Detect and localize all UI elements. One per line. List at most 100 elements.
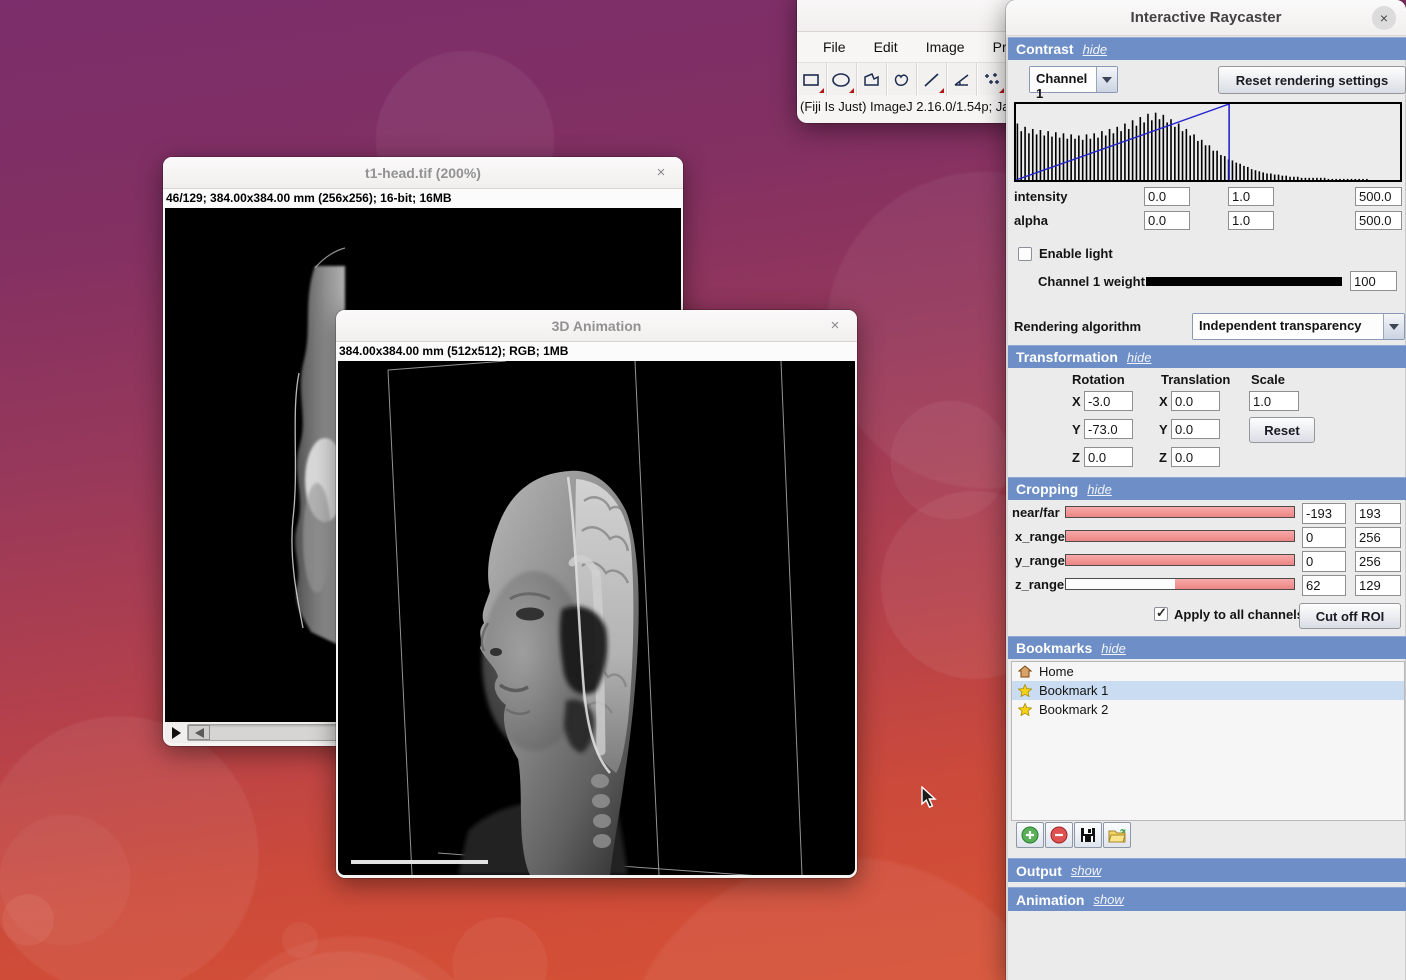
play-icon[interactable] (169, 726, 183, 740)
xrange-lo-field[interactable] (1302, 527, 1346, 548)
reset-rendering-settings-button[interactable]: Reset rendering settings (1218, 66, 1406, 94)
3d-head-render (338, 361, 855, 875)
animation-show-link[interactable]: show (1093, 892, 1123, 907)
bookmarks-list: Home Bookmark 1 Bookmark 2 (1011, 661, 1405, 821)
cut-off-roi-button[interactable]: Cut off ROI (1299, 603, 1401, 629)
zrange-hi-field[interactable] (1355, 575, 1401, 596)
transformation-reset-button[interactable]: Reset (1249, 417, 1315, 443)
floppy-disk-icon (1079, 826, 1097, 844)
bookmark-item-2[interactable]: Bookmark 2 (1012, 700, 1404, 719)
rendering-algorithm-select[interactable]: Independent transparency (1192, 313, 1405, 340)
angle-tool-icon[interactable] (947, 63, 977, 96)
add-bookmark-button[interactable] (1016, 822, 1044, 848)
raycaster-body: Contrast hide Channel 1 Reset rendering … (1006, 37, 1406, 980)
translation-y-field[interactable] (1171, 419, 1220, 439)
nearfar-hi-field[interactable] (1355, 503, 1401, 524)
tool-dropdown-marker (819, 88, 824, 93)
point-tool-icon[interactable] (977, 63, 1007, 96)
zrange-slider[interactable] (1065, 578, 1295, 590)
t1-head-status-text: 46/129; 384.00x384.00 mm (256x256); 16-b… (163, 189, 683, 208)
rectangle-tool-icon[interactable] (797, 63, 827, 96)
xrange-hi-field[interactable] (1355, 527, 1401, 548)
channel-select[interactable]: Channel 1 (1029, 66, 1118, 93)
save-bookmarks-button[interactable] (1074, 822, 1102, 848)
rotation-z-field[interactable] (1084, 447, 1133, 467)
minus-icon (1050, 826, 1068, 844)
t1-head-titlebar[interactable]: t1-head.tif (200%) × (163, 157, 683, 189)
3d-animation-status-text: 384.00x384.00 mm (512x512); RGB; 1MB (336, 342, 857, 361)
channel-weight-slider[interactable] (1146, 277, 1342, 286)
nearfar-label: near/far (1012, 505, 1060, 520)
xrange-slider[interactable] (1065, 530, 1295, 542)
alpha-max-field[interactable] (1355, 211, 1402, 230)
star-icon (1018, 684, 1032, 697)
translation-column-header: Translation (1161, 372, 1230, 387)
alpha-gamma-field[interactable] (1228, 211, 1274, 230)
rendering-algorithm-label: Rendering algorithm (1014, 319, 1141, 334)
close-icon[interactable]: × (652, 164, 670, 182)
oval-tool-icon[interactable] (827, 63, 857, 96)
intensity-min-field[interactable] (1144, 187, 1190, 206)
zrange-label: z_range (1015, 577, 1064, 592)
alpha-label: alpha (1014, 213, 1048, 228)
slice-slider-thumb[interactable] (188, 725, 210, 740)
menu-edit[interactable]: Edit (860, 35, 912, 59)
apply-to-all-channels-label: Apply to all channels (1174, 607, 1304, 622)
menu-image[interactable]: Image (912, 35, 979, 59)
contrast-hide-link[interactable]: hide (1083, 42, 1108, 57)
contrast-histogram[interactable] (1014, 102, 1402, 182)
line-tool-icon[interactable] (917, 63, 947, 96)
yrange-lo-field[interactable] (1302, 551, 1346, 572)
cropping-title: Cropping (1016, 481, 1078, 497)
close-icon[interactable]: × (1372, 6, 1396, 30)
intensity-max-field[interactable] (1355, 187, 1402, 206)
rotation-x-axis-label: X (1072, 394, 1081, 409)
3d-render-canvas[interactable] (338, 361, 855, 875)
raycaster-titlebar[interactable]: Interactive Raycaster × (1006, 0, 1406, 36)
zrange-lo-field[interactable] (1302, 575, 1346, 596)
raycaster-window-title: Interactive Raycaster (1131, 9, 1282, 26)
translation-x-axis-label: X (1159, 394, 1168, 409)
rotation-column-header: Rotation (1072, 372, 1125, 387)
bookmark-item-1[interactable]: Bookmark 1 (1012, 681, 1404, 700)
load-bookmarks-button[interactable] (1103, 822, 1131, 848)
close-icon[interactable]: × (826, 317, 844, 335)
channel-select-value: Channel 1 (1030, 67, 1096, 92)
channel-weight-field[interactable] (1350, 271, 1397, 291)
nearfar-slider[interactable] (1065, 506, 1295, 518)
3d-animation-window: 3D Animation × 384.00x384.00 mm (512x512… (336, 310, 857, 878)
transformation-hide-link[interactable]: hide (1127, 350, 1152, 365)
rotation-y-field[interactable] (1084, 419, 1133, 439)
translation-z-field[interactable] (1171, 447, 1220, 467)
yrange-hi-field[interactable] (1355, 551, 1401, 572)
remove-bookmark-button[interactable] (1045, 822, 1073, 848)
bookmark-item-home[interactable]: Home (1012, 662, 1404, 681)
rotation-z-axis-label: Z (1072, 450, 1080, 465)
cropping-hide-link[interactable]: hide (1087, 482, 1112, 497)
freehand-tool-icon[interactable] (887, 63, 917, 96)
nearfar-lo-field[interactable] (1302, 503, 1346, 524)
output-show-link[interactable]: show (1071, 863, 1101, 878)
interactive-raycaster-window: Interactive Raycaster × Contrast hide Ch… (1006, 0, 1406, 980)
bookmarks-title: Bookmarks (1016, 640, 1092, 656)
t1-head-window-title: t1-head.tif (200%) (365, 165, 481, 181)
apply-to-all-channels-checkbox[interactable] (1154, 607, 1168, 621)
3d-animation-titlebar[interactable]: 3D Animation × (336, 310, 857, 342)
tool-dropdown-marker (939, 88, 944, 93)
yrange-slider[interactable] (1065, 554, 1295, 566)
intensity-gamma-field[interactable] (1228, 187, 1274, 206)
enable-light-checkbox[interactable] (1018, 247, 1032, 261)
mouse-cursor (920, 786, 940, 810)
rotation-x-field[interactable] (1084, 391, 1133, 411)
polygon-tool-icon[interactable] (857, 63, 887, 96)
translation-x-field[interactable] (1171, 391, 1220, 411)
scale-field[interactable] (1249, 391, 1299, 411)
rotation-y-axis-label: Y (1072, 422, 1081, 437)
tool-dropdown-marker (999, 88, 1004, 93)
chevron-down-icon[interactable] (1383, 314, 1404, 339)
alpha-min-field[interactable] (1144, 211, 1190, 230)
menu-file[interactable]: File (809, 35, 860, 59)
bookmarks-hide-link[interactable]: hide (1101, 641, 1126, 656)
chevron-down-icon[interactable] (1096, 67, 1117, 92)
translation-z-axis-label: Z (1159, 450, 1167, 465)
